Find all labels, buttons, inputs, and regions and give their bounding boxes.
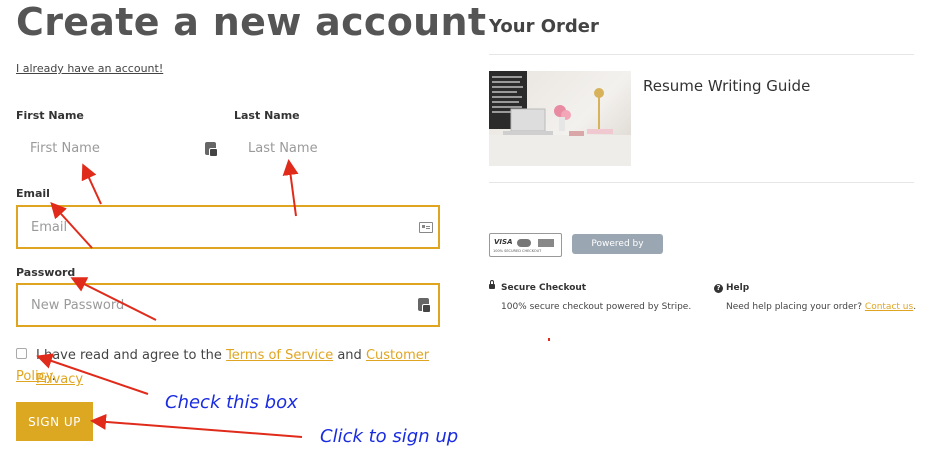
help-title: Help <box>726 283 750 293</box>
arrow-checkbox <box>36 353 149 395</box>
arrow-last-name <box>282 159 299 217</box>
help-suffix: . <box>913 302 917 312</box>
contact-us-link[interactable]: Contact us <box>865 302 913 312</box>
visa-text: VISA <box>494 238 513 246</box>
powered-by-text: Powered by <box>591 239 644 249</box>
arrow-email <box>50 202 93 249</box>
secured-checkout-text: 100% SECURED CHECKOUT <box>493 249 542 253</box>
help-icon: ? <box>714 284 723 293</box>
secure-checkout-text: 100% secure checkout powered by Stripe. <box>501 302 692 312</box>
mastercard-icon <box>517 239 531 247</box>
help-text-body: Need help placing your order? <box>726 302 863 312</box>
arrow-first-name <box>81 163 102 205</box>
order-title: Your Order <box>489 16 599 37</box>
powered-by-stripe-badge: Powered by stripe <box>572 234 663 270</box>
annotation-arrows <box>36 159 550 438</box>
stray-mark <box>548 338 550 341</box>
divider <box>489 54 914 55</box>
product-name: Resume Writing Guide <box>643 77 811 95</box>
amex-icon <box>538 239 554 247</box>
divider <box>489 182 914 183</box>
stripe-wordmark: stripe <box>599 257 636 270</box>
product-thumbnail <box>489 71 631 166</box>
lock-icon <box>489 280 495 289</box>
secure-checkout-title: Secure Checkout <box>501 283 587 293</box>
arrow-password <box>70 277 157 321</box>
help-text: Need help placing your order? Contact us… <box>726 302 916 312</box>
product-image <box>489 71 631 166</box>
arrow-sign-up <box>90 413 303 438</box>
card-badge: VISA 100% SECURED CHECKOUT <box>489 233 562 257</box>
